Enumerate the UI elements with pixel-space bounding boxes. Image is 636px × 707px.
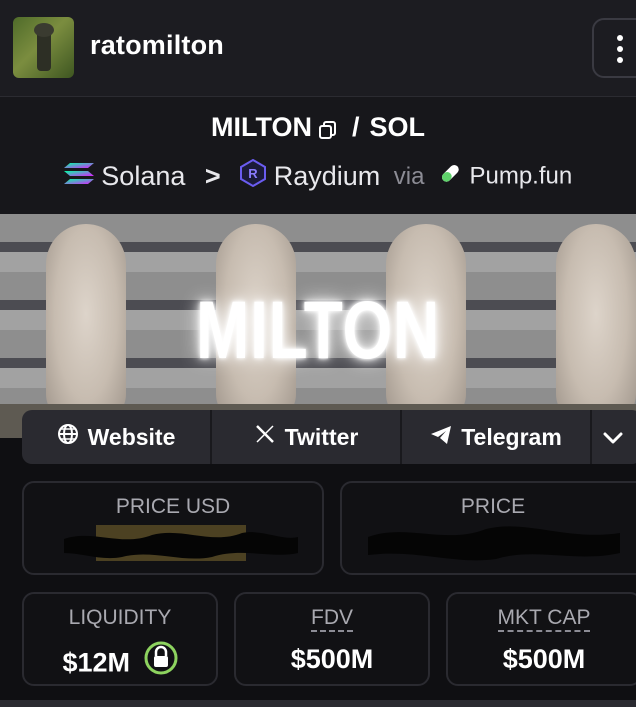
twitter-button[interactable]: Twitter <box>212 410 402 464</box>
next-row-edge <box>0 700 636 707</box>
price-usd-card: PRICE USD <box>22 481 324 575</box>
mktcap-label: MKT CAP <box>497 606 591 632</box>
liquidity-card: LIQUIDITY $12M <box>22 592 218 686</box>
pair-title-section: MILTON / SOL Solana > R Raydium via Pump.f… <box>0 97 636 214</box>
solana-icon <box>63 161 94 192</box>
globe-icon <box>57 423 79 451</box>
lock-icon[interactable] <box>144 641 178 682</box>
liquidity-amount: $12M <box>62 647 131 678</box>
avatar[interactable] <box>13 17 74 78</box>
fdv-label-wrap[interactable]: FDV <box>236 606 428 632</box>
more-links-button[interactable] <box>592 410 636 464</box>
chevron-down-icon <box>603 424 623 451</box>
price-native-card: PRICE <box>340 481 636 575</box>
pair-title: MILTON / SOL <box>0 112 636 143</box>
website-label: Website <box>87 423 176 450</box>
username[interactable]: ratomilton <box>90 30 224 61</box>
social-links-bar: Website Twitter Telegram <box>22 410 636 464</box>
redacted-price-usd <box>64 525 298 561</box>
price-label: PRICE <box>460 495 526 518</box>
fdv-card: FDV $500M <box>234 592 430 686</box>
svg-text:R: R <box>248 166 258 181</box>
telegram-label: Telegram <box>461 423 562 450</box>
mktcap-label-wrap[interactable]: MKT CAP <box>448 606 636 632</box>
fdv-value: $500M <box>290 644 374 674</box>
launchpad-name[interactable]: Pump.fun <box>469 163 572 190</box>
quote-token-symbol: SOL <box>369 112 426 142</box>
base-token-symbol[interactable]: MILTON <box>211 112 312 142</box>
telegram-icon <box>430 424 452 451</box>
banner-text: MILTON <box>196 285 440 376</box>
price-usd-label: PRICE USD <box>115 495 231 518</box>
liquidity-label: LIQUIDITY <box>68 606 172 629</box>
pill-icon <box>438 161 462 192</box>
mktcap-value: $500M <box>502 644 586 674</box>
chain-breadcrumb: Solana > R Raydium via Pump.fun <box>0 158 636 194</box>
telegram-button[interactable]: Telegram <box>402 410 592 464</box>
pair-separator: / <box>351 112 360 142</box>
dex-name[interactable]: Raydium <box>274 161 381 191</box>
breadcrumb-arrow: > <box>204 161 221 191</box>
x-icon <box>254 423 276 451</box>
liquidity-value: $12M <box>24 641 216 685</box>
market-cap-card: MKT CAP $500M <box>446 592 636 686</box>
copy-icon[interactable] <box>318 116 338 139</box>
website-button[interactable]: Website <box>22 410 212 464</box>
via-label: via <box>393 162 425 190</box>
fdv-label: FDV <box>311 606 353 632</box>
redacted-price <box>368 526 620 561</box>
raydium-icon: R <box>240 158 267 194</box>
twitter-label: Twitter <box>284 423 359 450</box>
kebab-menu-icon[interactable] <box>592 18 636 78</box>
token-header: ratomilton <box>0 0 636 97</box>
token-banner-image: MILTON <box>0 214 636 438</box>
chain-name[interactable]: Solana <box>101 161 185 191</box>
